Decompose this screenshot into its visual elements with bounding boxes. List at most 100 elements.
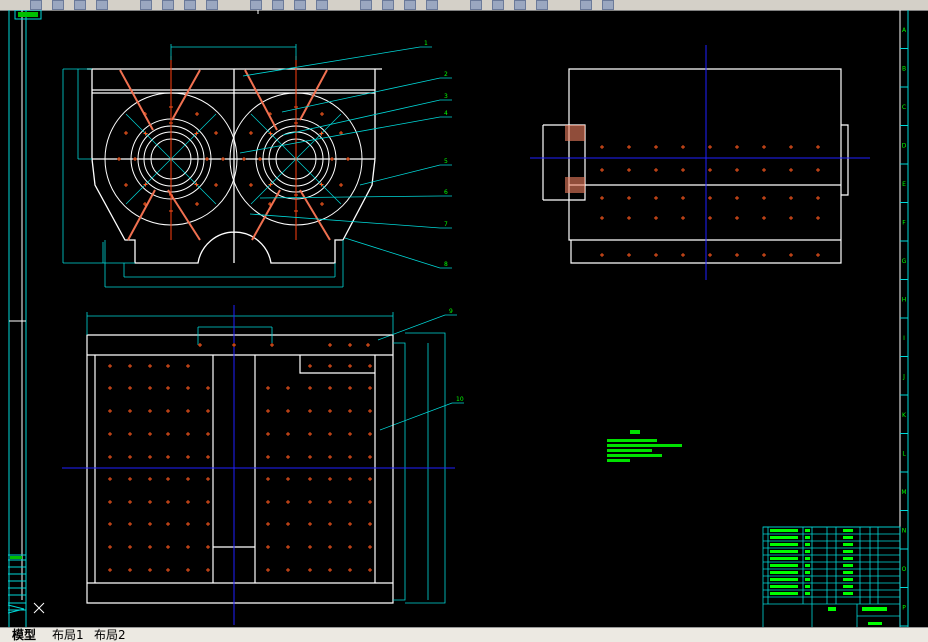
toolbar-button[interactable] <box>316 0 328 10</box>
toolbar-button[interactable] <box>30 0 42 10</box>
drawing-canvas[interactable]: A B C D E F G H I J K L M N O P 1 2 3 4 5 6 7 8 9 10 <box>0 10 928 627</box>
toolbar-button[interactable] <box>74 0 86 10</box>
drawing-frame <box>8 10 909 627</box>
marker-cross <box>308 409 312 413</box>
tab-model[interactable]: 模型 <box>8 628 40 642</box>
marker-cross <box>348 386 352 390</box>
border-letter: L <box>902 451 906 458</box>
marker-cross <box>308 477 312 481</box>
marker-cross <box>148 455 152 459</box>
toolbar-button[interactable] <box>580 0 592 10</box>
toolbar-button[interactable] <box>514 0 526 10</box>
toolbar-button[interactable] <box>382 0 394 10</box>
marker-cross <box>286 545 290 549</box>
border-letter: G <box>902 258 907 265</box>
part-qty <box>805 592 810 595</box>
toolbar-button[interactable] <box>162 0 174 10</box>
marker-cross <box>128 432 132 436</box>
marker-cross <box>186 432 190 436</box>
marker-cross <box>148 477 152 481</box>
marker-cross <box>816 253 820 257</box>
marker-cross <box>348 364 352 368</box>
marker-cross <box>328 477 332 481</box>
border-letter: E <box>902 181 906 188</box>
marker-cross <box>166 386 170 390</box>
marker-cross <box>108 568 112 572</box>
toolbar-button[interactable] <box>96 0 108 10</box>
marker-cross <box>368 477 372 481</box>
marker-cross <box>368 432 372 436</box>
marker-cross <box>328 364 332 368</box>
marker-cross <box>166 477 170 481</box>
part-name <box>770 578 798 581</box>
marker-cross <box>762 196 766 200</box>
part-qty <box>805 557 810 560</box>
marker-cross <box>600 168 604 172</box>
toolbar-button[interactable] <box>602 0 614 10</box>
toolbar-button[interactable] <box>52 0 64 10</box>
toolbar-button[interactable] <box>492 0 504 10</box>
marker-cross <box>348 477 352 481</box>
marker-cross <box>186 409 190 413</box>
marker-cross <box>108 364 112 368</box>
toolbar-button[interactable] <box>272 0 284 10</box>
toolbar-button[interactable] <box>294 0 306 10</box>
marker-cross <box>816 196 820 200</box>
marker-cross <box>328 386 332 390</box>
marker-cross <box>148 500 152 504</box>
marker-cross <box>128 409 132 413</box>
marker-cross <box>186 545 190 549</box>
border-letter: K <box>902 412 907 419</box>
leader-number: 10 <box>456 396 464 403</box>
toolbar-button[interactable] <box>404 0 416 10</box>
marker-cross <box>708 253 712 257</box>
part-material <box>843 571 853 574</box>
leader-number: 5 <box>444 158 448 165</box>
tab-layout2[interactable]: 布局2 <box>90 628 130 642</box>
marker-cross <box>195 202 199 207</box>
marker-cross <box>108 432 112 436</box>
leader-number: 6 <box>444 189 448 196</box>
marker-cross <box>166 522 170 526</box>
part-qty <box>805 571 810 574</box>
part-material <box>843 543 853 546</box>
plan-markers <box>108 343 372 572</box>
marker-cross <box>627 168 631 172</box>
marker-cross <box>735 145 739 149</box>
marker-cross <box>368 364 372 368</box>
toolbar-button[interactable] <box>184 0 196 10</box>
marker-cross <box>186 477 190 481</box>
marker-cross <box>266 432 270 436</box>
marker-cross <box>735 168 739 172</box>
marker-cross <box>328 522 332 526</box>
marker-cross <box>348 500 352 504</box>
leader-line <box>344 237 452 269</box>
marker-cross <box>108 500 112 504</box>
toolbar-button[interactable] <box>426 0 438 10</box>
marker-cross <box>328 432 332 436</box>
toolbar-button[interactable] <box>470 0 482 10</box>
part-name <box>770 557 798 560</box>
toolbar-button[interactable] <box>206 0 218 10</box>
leader-number: 2 <box>444 71 448 78</box>
border-letter: B <box>902 66 906 73</box>
marker-cross <box>368 522 372 526</box>
marker-cross <box>735 216 739 220</box>
marker-cross <box>206 455 210 459</box>
leader-lines: 1 2 3 4 5 6 7 8 9 10 <box>239 40 464 431</box>
marker-cross <box>308 432 312 436</box>
toolbar-button[interactable] <box>250 0 262 10</box>
toolbar-button[interactable] <box>140 0 152 10</box>
toolbar-button[interactable] <box>360 0 372 10</box>
marker-cross <box>128 386 132 390</box>
marker-cross <box>108 386 112 390</box>
marker-cross <box>328 343 332 347</box>
part-material <box>843 529 853 532</box>
marker-cross <box>108 477 112 481</box>
part-qty <box>805 550 810 553</box>
marker-cross <box>816 216 820 220</box>
tab-layout1[interactable]: 布局1 <box>48 628 88 642</box>
toolbar-button[interactable] <box>536 0 548 10</box>
marker-cross <box>328 568 332 572</box>
leader-number: 7 <box>444 221 448 228</box>
